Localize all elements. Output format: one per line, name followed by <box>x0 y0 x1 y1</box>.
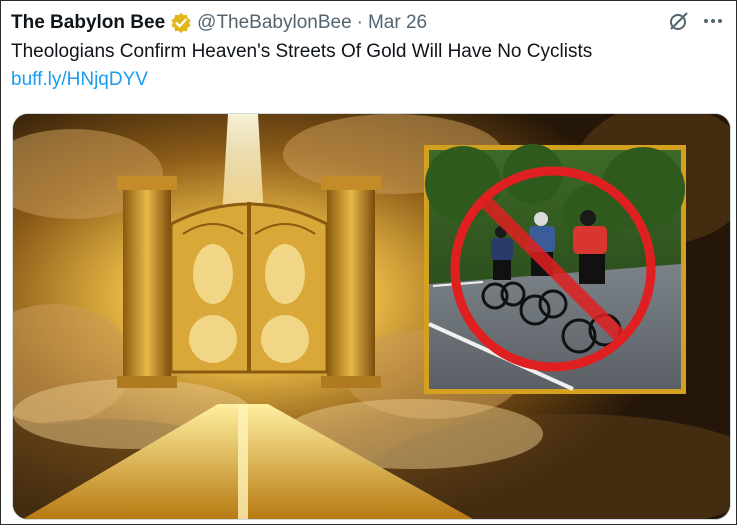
tweet-image[interactable] <box>12 113 731 520</box>
tweet-link[interactable]: buff.ly/HNjqDYV <box>11 69 148 91</box>
tweet-date[interactable]: Mar 26 <box>368 12 427 34</box>
display-name[interactable]: The Babylon Bee <box>11 12 165 34</box>
tweet-text: Theologians Confirm Heaven's Streets Of … <box>11 41 593 62</box>
separator-dot: · <box>356 12 363 33</box>
cyclists-inset-image <box>424 144 686 394</box>
tweet-header: The Babylon Bee @TheBabylonBee · Mar 26 <box>11 11 427 35</box>
more-options-icon[interactable] <box>702 10 724 32</box>
user-handle[interactable]: @TheBabylonBee <box>197 12 352 34</box>
verified-badge-icon[interactable] <box>170 12 192 34</box>
tweet-card[interactable]: The Babylon Bee @TheBabylonBee · Mar 26 <box>0 0 737 525</box>
grok-icon[interactable] <box>668 10 690 32</box>
